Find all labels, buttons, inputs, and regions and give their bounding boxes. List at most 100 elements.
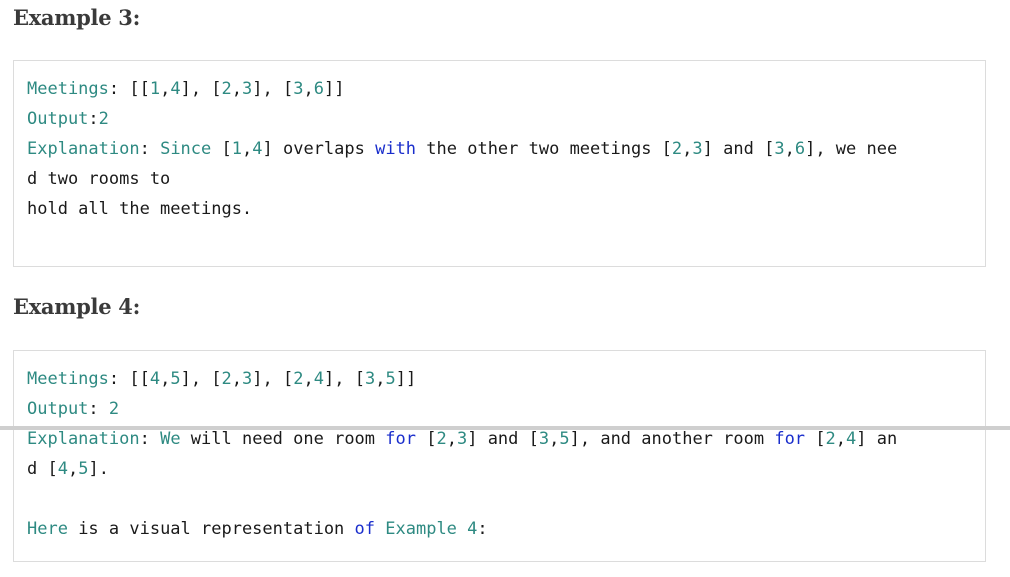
code-token: :	[477, 519, 488, 539]
code-token: 3	[242, 79, 253, 99]
code-line: Meetings: [[4,5], [2,3], [2,4], [3,5]]	[27, 364, 985, 394]
code-token: 2	[825, 429, 836, 449]
code-token: ].	[88, 459, 109, 479]
code-token: ,	[160, 79, 171, 99]
code-line: Meetings: [[1,4], [2,3], [3,6]]	[27, 74, 985, 104]
code-token: d two rooms to	[27, 169, 171, 189]
code-token: Meetings	[27, 369, 109, 389]
code-token: 4	[252, 139, 263, 159]
code-line: Output: 2	[27, 394, 985, 424]
code-token: 3	[456, 429, 468, 449]
code-token: Here	[27, 519, 68, 539]
code-token: 3	[692, 139, 703, 159]
code-token: ,	[446, 429, 457, 449]
code-token: ,	[682, 139, 693, 159]
code-line: hold all the meetings.	[27, 194, 985, 224]
code-token: 3	[538, 429, 550, 449]
code-token: 1	[231, 139, 242, 159]
code-token: ], [	[180, 79, 222, 99]
code-token: 2	[293, 369, 304, 389]
code-token: hold all the meetings.	[27, 199, 253, 219]
example-3-code: Meetings: [[1,4], [2,3], [3,6]] Output:2 E…	[14, 74, 985, 224]
code-token: for	[774, 429, 806, 449]
code-line: d [4,5].	[27, 454, 985, 484]
page-divider	[0, 426, 1010, 430]
code-token: Output	[27, 399, 89, 419]
code-token: :	[88, 399, 109, 419]
code-token: ] an	[856, 429, 898, 449]
code-token: 2	[108, 399, 120, 419]
code-line: Explanation: Since [1,4] overlaps with t…	[27, 134, 985, 164]
code-token: 4	[149, 369, 161, 389]
code-token: 5	[78, 459, 89, 479]
code-token: 4	[57, 459, 68, 479]
code-token: ,	[375, 369, 386, 389]
code-token: ,	[549, 429, 560, 449]
code-token: ,	[160, 369, 171, 389]
code-token: 2	[436, 429, 447, 449]
code-token: 2	[671, 139, 683, 159]
code-line: Here is a visual representation of Examp…	[27, 514, 985, 544]
code-token: 3	[774, 139, 785, 159]
code-token: [	[211, 139, 232, 159]
code-line: d two rooms to	[27, 164, 985, 194]
code-token: ,	[835, 429, 847, 449]
code-token: Explanation	[27, 139, 140, 159]
code-token: : [[	[108, 369, 150, 389]
code-token: ,	[231, 369, 243, 389]
code-token: :	[139, 139, 161, 159]
code-token: ,	[67, 459, 79, 479]
code-token: [	[415, 429, 437, 449]
code-token: ]]	[324, 79, 345, 99]
code-token: 5	[385, 369, 396, 389]
code-token: : [[	[108, 79, 150, 99]
code-token: Meetings	[27, 79, 109, 99]
code-token: ,	[303, 79, 314, 99]
code-token: [	[805, 429, 826, 449]
code-token: 5	[170, 369, 181, 389]
code-token: of	[354, 519, 376, 539]
code-token: 6	[313, 79, 324, 99]
code-token: 3	[364, 369, 376, 389]
code-token: the other two meetings [	[416, 139, 672, 159]
example-3-code-block: Meetings: [[1,4], [2,3], [3,6]] Output:2 E…	[13, 60, 986, 267]
code-token: :	[139, 429, 161, 449]
code-token: 2	[98, 109, 109, 129]
example-3-heading: Example 3:	[13, 5, 141, 30]
code-token: with	[375, 139, 417, 159]
code-token: ], and another room	[569, 429, 775, 449]
code-token: d [	[27, 459, 58, 479]
code-token: ] overlaps	[262, 139, 376, 159]
code-token: 4	[467, 519, 478, 539]
code-token: ] and [	[467, 429, 539, 449]
code-token: ,	[231, 79, 243, 99]
code-token: 1	[149, 79, 161, 99]
code-token: Example	[385, 519, 457, 539]
example-4-code: Meetings: [[4,5], [2,3], [2,4], [3,5]] Ou…	[14, 364, 985, 544]
code-token: ,	[303, 369, 314, 389]
code-token: We	[160, 429, 181, 449]
example-4-code-block: Meetings: [[4,5], [2,3], [2,4], [3,5]] Ou…	[13, 350, 986, 562]
code-token: 3	[293, 79, 304, 99]
code-token: 2	[221, 369, 232, 389]
code-line: Output:2	[27, 104, 985, 134]
code-token: ] and [	[702, 139, 775, 159]
code-token: 4	[846, 429, 857, 449]
code-token: 2	[221, 79, 232, 99]
code-token: Explanation	[27, 429, 140, 449]
code-token: :	[88, 109, 99, 129]
code-token: ], [	[324, 369, 365, 389]
code-token: is a visual representation	[67, 519, 355, 539]
code-token: Output	[27, 109, 89, 129]
code-token: ]]	[395, 369, 417, 389]
example-4-heading: Example 4:	[13, 294, 141, 319]
code-token: 6	[794, 139, 806, 159]
code-token: ], [	[252, 79, 294, 99]
code-token: 5	[559, 429, 570, 449]
code-token: ], we nee	[805, 139, 898, 159]
code-token: ], [	[180, 369, 222, 389]
code-token: ,	[784, 139, 795, 159]
